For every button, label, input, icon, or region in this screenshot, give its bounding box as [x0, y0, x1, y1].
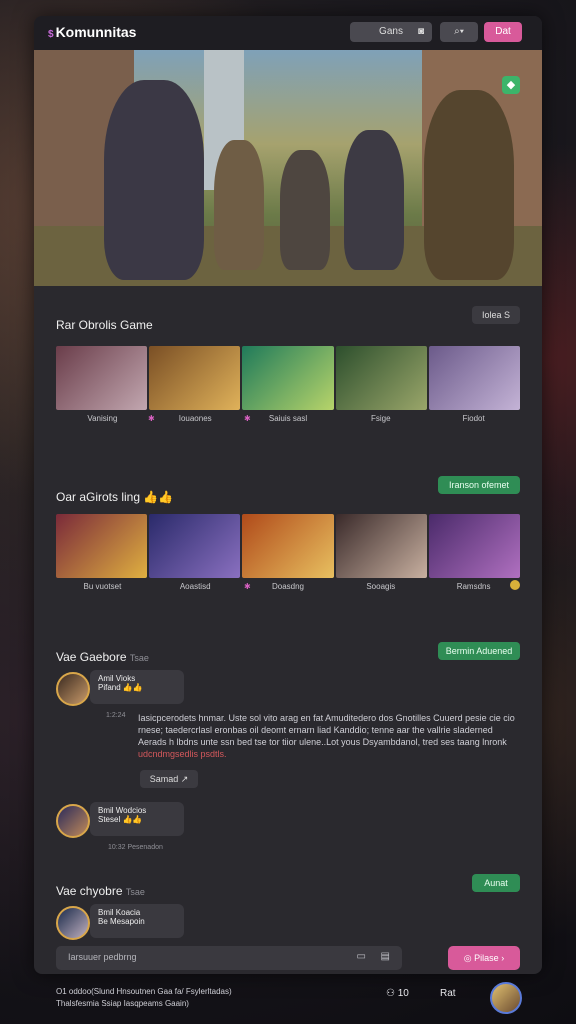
hero-character-soldier-2 [280, 150, 330, 270]
profile-button[interactable]: Dat [484, 22, 522, 42]
player-thumb-5[interactable] [428, 514, 521, 578]
group-icon: ⚇ [386, 988, 395, 999]
player-caption: Sooagis [366, 582, 396, 591]
post-author-card[interactable]: Bmil Wodcios Stesel 👍👍 [90, 802, 184, 836]
footer-text: O1 oddoo(Slund Hnsoutnen Gaa fa/ Fsylerl… [56, 986, 232, 1010]
footer-user[interactable]: Rat [440, 988, 456, 999]
post-action-button[interactable]: Samad ↗ [140, 770, 198, 788]
camera-icon: ◙ [417, 26, 424, 37]
games-dropdown-label: Gans [379, 26, 403, 37]
game-caption: Saiuis sasl [268, 414, 308, 423]
chevron-right-icon: › [501, 953, 505, 963]
star-icon: ✱ [244, 582, 251, 591]
game-thumb-5[interactable] [428, 346, 521, 410]
search-button[interactable]: ⌕▾ [440, 22, 478, 42]
section-title-recent: Vae chyobre Tsae [56, 884, 145, 898]
game-caption: Fiodot [462, 414, 485, 423]
post-author-line: Be Mesapoin [98, 917, 145, 926]
star-icon: ✱ [244, 414, 251, 423]
hero-character-soldier-1 [214, 140, 264, 270]
post-link[interactable]: udcndmgsedlis psdtls. [138, 749, 227, 759]
app-brand[interactable]: $ Komunnitas [48, 24, 136, 40]
avatar[interactable] [56, 804, 90, 838]
game-caption: Iouaones [178, 414, 212, 423]
section3-action-button[interactable]: Bermin Aduened [438, 642, 520, 660]
send-label: Pilase [474, 953, 499, 963]
game-caption: Vanising [87, 414, 118, 423]
post-author-line: Pifand 👍👍 [98, 683, 143, 692]
game-thumb-4[interactable] [335, 346, 427, 410]
footer-line-1: O1 oddoo(Slund Hnsoutnen Gaa fa/ Fsylerl… [56, 987, 232, 996]
player-caption: Ramsdns [456, 582, 491, 591]
user-avatar[interactable] [490, 982, 522, 1014]
game-thumbnail-strip [56, 346, 521, 410]
post-author-line: Stesel 👍👍 [98, 815, 143, 824]
brand-icon: $ [48, 29, 54, 40]
hero-badge[interactable]: ◆ [502, 76, 520, 94]
player-captions: Bu vuotset Aoastisd Doasdng Sooagis Rams… [56, 582, 520, 591]
profile-button-label: Dat [495, 26, 511, 37]
player-thumb-2[interactable] [149, 514, 241, 578]
player-caption: Bu vuotset [83, 582, 122, 591]
footer-user-label: Rat [440, 988, 456, 999]
avatar[interactable] [56, 672, 90, 706]
game-captions: Vanising Iouaones Saiuis sasl Fsige Fiod… [56, 414, 520, 423]
keyboard-icon[interactable]: ▤ [381, 951, 390, 962]
footer-line-2: Thalsfesmia Ssiap Iasqpeams Gaain) [56, 999, 189, 1008]
section2-action-button[interactable]: Iranson ofemet [438, 476, 520, 494]
section-title-discussion: Vae Gaebore Tsae [56, 650, 149, 664]
post-timestamp: 10:32 Pesenadon [108, 844, 163, 851]
player-thumb-4[interactable] [335, 514, 427, 578]
message-input[interactable]: Iarsuuer pedbrng ▭ ▤ [56, 946, 402, 970]
attach-icon[interactable]: ▭ [357, 951, 366, 962]
send-button[interactable]: ◎ Pilase › [448, 946, 520, 970]
game-caption: Fsige [371, 414, 391, 423]
avatar[interactable] [56, 906, 90, 940]
post-body-text: Iasicpcerodets hnmar. Uste sol vito arag… [138, 713, 515, 747]
community-panel: $ Komunnitas Gans ◙ ⌕▾ Dat ◆ Rar Obrolis … [34, 16, 542, 974]
player-caption: Aoastisd [179, 582, 211, 591]
chevron-down-icon: ▾ [459, 26, 464, 37]
footer-count[interactable]: ⚇ 10 [386, 988, 409, 999]
player-caption: Doasdng [271, 582, 304, 591]
post-body: Iasicpcerodets hnmar. Uste sol vito arag… [138, 712, 518, 760]
hero-character-dark-knight [104, 80, 204, 280]
post-author-name: Bmil Wodcios [98, 806, 147, 815]
send-icon: ◎ [463, 953, 472, 963]
hero-banner: ◆ [34, 50, 542, 286]
star-icon: ✱ [148, 414, 155, 423]
game-thumb-1[interactable] [56, 346, 148, 410]
hero-character-gunner [424, 90, 514, 280]
message-placeholder: Iarsuuer pedbrng [68, 952, 137, 962]
recent-title: Vae chyobre [56, 884, 123, 898]
post-author-card[interactable]: Amil Vioks Pifand 👍👍 [90, 670, 184, 704]
post-author-card[interactable]: Bmil Koacia Be Mesapoin [90, 904, 184, 938]
game-thumb-3[interactable] [242, 346, 334, 410]
player-thumb-1[interactable] [56, 514, 148, 578]
section1-action-button[interactable]: Iolea S [472, 306, 520, 324]
section-title-game-chat: Rar Obrolis Game [56, 318, 153, 332]
top-bar: $ Komunnitas Gans ◙ ⌕▾ Dat [34, 16, 542, 50]
post-author-name: Amil Vioks [98, 674, 136, 683]
brand-label: Komunnitas [55, 24, 137, 40]
game-thumb-2[interactable] [149, 346, 241, 410]
discussion-subtitle: Tsae [129, 653, 149, 663]
section4-action-button[interactable]: Aunat [472, 874, 520, 892]
footer-count-value: 10 [397, 988, 409, 999]
post-author-name: Bmil Koacia [98, 908, 141, 917]
recent-subtitle: Tsae [125, 887, 145, 897]
post-timestamp: 1:2:24 [106, 712, 126, 719]
post-action-label: Samad [149, 774, 179, 784]
games-dropdown[interactable]: Gans ◙ [350, 22, 432, 42]
arrow-icon: ↗ [180, 774, 189, 784]
player-thumbnail-strip [56, 514, 521, 578]
hero-character-rogue [344, 130, 404, 270]
section-title-leaderboard: Oar aGirots ling 👍👍 [56, 490, 174, 504]
coin-icon [510, 580, 520, 590]
player-thumb-3[interactable] [242, 514, 334, 578]
discussion-title: Vae Gaebore [56, 650, 127, 664]
